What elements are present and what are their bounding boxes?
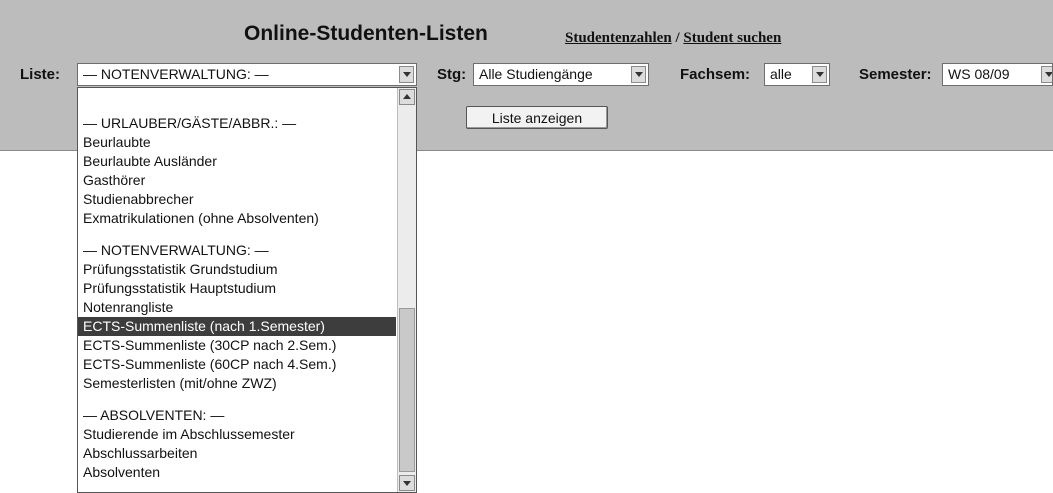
link-separator: / — [671, 30, 684, 46]
dropdown-option[interactable]: Abschlussarbeiten — [78, 444, 396, 463]
list-select-value: — NOTENVERWALTUNG: — — [83, 66, 269, 82]
student-numbers-link[interactable]: Studentenzahlen — [565, 30, 672, 46]
stg-select-value: Alle Studiengänge — [479, 66, 593, 82]
dropdown-option[interactable]: Absolventen — [78, 463, 396, 482]
semester-select-value: WS 08/09 — [948, 66, 1010, 82]
dropdown-option[interactable]: Studierende im Abschlussemester — [78, 425, 396, 444]
option-group-header[interactable]: — NOTENVERWALTUNG: — — [78, 241, 396, 260]
list-label: Liste: — [20, 66, 61, 83]
stg-select[interactable]: Alle Studiengänge — [473, 63, 649, 86]
nav-links: Studentenzahlen / Student suchen — [565, 30, 781, 47]
list-select[interactable]: — NOTENVERWALTUNG: — — [77, 63, 417, 86]
fachsem-label: Fachsem: — [680, 66, 751, 83]
dropdown-option[interactable]: Beurlaubte Ausländer — [78, 152, 396, 171]
option-group-gap — [78, 228, 396, 241]
dropdown-option[interactable]: Semesterlisten (mit/ohne ZWZ) — [78, 374, 396, 393]
dropdown-option[interactable]: Beurlaubte — [78, 133, 396, 152]
dropdown-option[interactable]: Exmatrikulationen (ohne Absolventen) — [78, 209, 396, 228]
dropdown-option[interactable]: ECTS-Summenliste (60CP nach 4.Sem.) — [78, 355, 396, 374]
chevron-down-icon[interactable] — [1041, 66, 1052, 83]
scroll-thumb[interactable] — [399, 308, 415, 472]
dropdown-option[interactable]: Gasthörer — [78, 171, 396, 190]
dropdown-option-selected[interactable]: ECTS-Summenliste (nach 1.Semester) — [78, 317, 396, 336]
fachsem-select[interactable]: alle — [764, 63, 830, 86]
dropdown-option[interactable]: Studienabbrecher — [78, 190, 396, 209]
dropdown-option[interactable]: ECTS-Summenliste (30CP nach 2.Sem.) — [78, 336, 396, 355]
semester-select[interactable]: WS 08/09 — [942, 63, 1053, 86]
option-group-gap — [78, 393, 396, 406]
scroll-up-icon[interactable] — [399, 89, 415, 105]
option-group-header[interactable]: — ABSOLVENTEN: — — [78, 406, 396, 425]
page-title: Online-Studenten-Listen — [244, 22, 488, 45]
dropdown-option[interactable]: Prüfungsstatistik Grundstudium — [78, 260, 396, 279]
dropdown-options: — URLAUBER/GÄSTE/ABBR.: — Beurlaubte Beurl… — [78, 114, 396, 482]
dropdown-scrollbar[interactable] — [397, 88, 416, 492]
fachsem-select-value: alle — [770, 66, 792, 82]
scroll-down-icon[interactable] — [399, 475, 415, 491]
semester-label: Semester: — [859, 66, 932, 83]
chevron-down-icon[interactable] — [812, 66, 827, 83]
list-dropdown[interactable]: — URLAUBER/GÄSTE/ABBR.: — Beurlaubte Beurl… — [77, 87, 417, 493]
stg-label: Stg: — [437, 66, 467, 83]
chevron-down-icon[interactable] — [631, 66, 646, 83]
show-list-button[interactable]: Liste anzeigen — [466, 106, 608, 129]
student-search-link[interactable]: Student suchen — [683, 30, 781, 46]
option-group-header[interactable]: — URLAUBER/GÄSTE/ABBR.: — — [78, 114, 396, 133]
dropdown-option[interactable]: Prüfungsstatistik Hauptstudium — [78, 279, 396, 298]
dropdown-option[interactable]: Notenrangliste — [78, 298, 396, 317]
chevron-down-icon[interactable] — [399, 66, 414, 83]
